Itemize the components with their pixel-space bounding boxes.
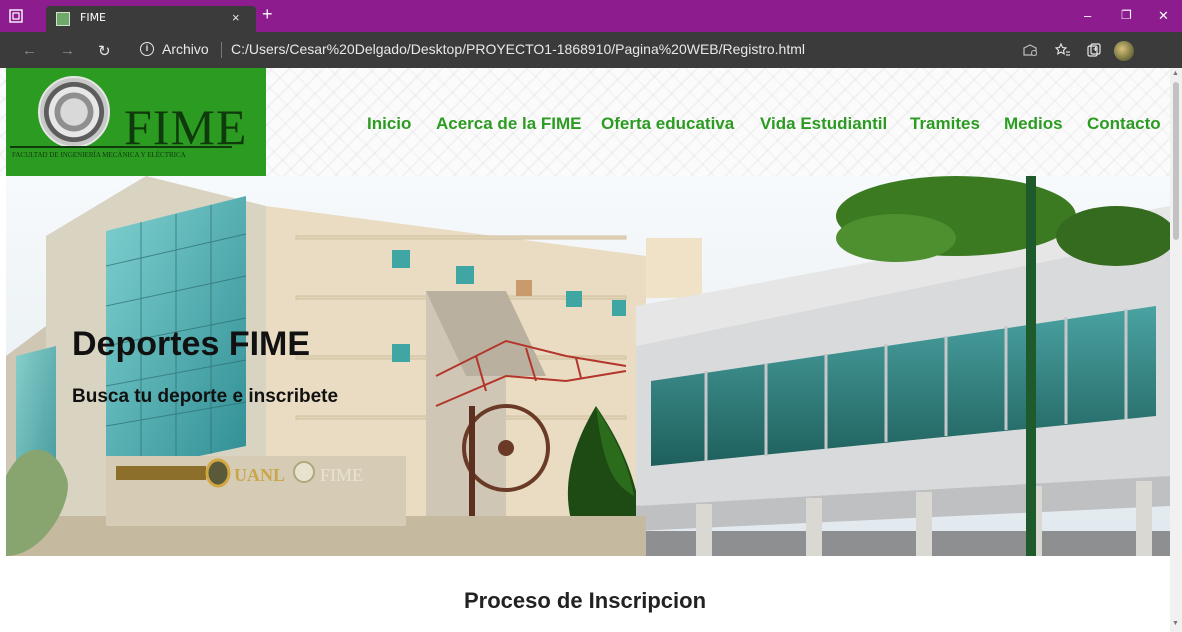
university-seal-icon — [38, 76, 110, 148]
tab-actions-icon[interactable] — [8, 8, 24, 24]
nav-acerca[interactable]: Acerca de la FIME — [436, 114, 582, 134]
scroll-thumb[interactable] — [1173, 82, 1179, 240]
address-bar[interactable]: i Archivo C:/Users/Cesar%20Delgado/Deskt… — [128, 37, 1008, 63]
forward-button[interactable]: → — [60, 42, 75, 59]
page-scrollbar[interactable]: ▲ ▼ — [1170, 68, 1182, 632]
nav-contacto[interactable]: Contacto — [1087, 114, 1161, 134]
tab-title: FIME — [80, 11, 107, 24]
reading-mode-icon[interactable] — [1022, 42, 1038, 58]
back-button[interactable]: ← — [22, 42, 37, 59]
logo-subtitle: FACULTAD DE INGENIERÍA MECÁNICA Y ELÉCTR… — [12, 151, 186, 159]
url-text[interactable]: C:/Users/Cesar%20Delgado/Desktop/PROYECT… — [231, 41, 805, 57]
fime-sign-text: FIME — [320, 465, 363, 485]
logo-divider — [10, 146, 232, 148]
collections-icon[interactable] — [1086, 42, 1102, 58]
favicon-icon — [56, 12, 70, 26]
scheme-label: Archivo — [162, 41, 209, 57]
favorites-icon[interactable] — [1055, 42, 1071, 58]
info-icon[interactable]: i — [140, 42, 154, 56]
browser-tab[interactable]: FIME × — [46, 6, 256, 32]
web-page: FIME FACULTAD DE INGENIERÍA MECÁNICA Y E… — [0, 68, 1170, 632]
hero-title: Deportes FIME — [72, 325, 311, 363]
profile-avatar[interactable] — [1114, 41, 1134, 61]
address-separator — [221, 42, 222, 58]
scroll-down-arrow-icon[interactable]: ▼ — [1172, 620, 1179, 627]
new-tab-button[interactable]: + — [262, 5, 273, 23]
hero-subtitle: Busca tu deporte e inscribete — [72, 386, 339, 407]
nav-vida-estudiantil[interactable]: Vida Estudiantil — [760, 114, 887, 134]
section-title: Proceso de Inscripcion — [463, 588, 707, 613]
uanl-sign-text: UANL — [234, 465, 285, 485]
close-window-button[interactable]: ✕ — [1158, 8, 1169, 24]
scroll-up-arrow-icon[interactable]: ▲ — [1172, 70, 1179, 77]
nav-inicio[interactable]: Inicio — [367, 114, 411, 134]
refresh-button[interactable]: ↻ — [98, 42, 111, 60]
nav-oferta-educativa[interactable]: Oferta educativa — [601, 114, 734, 134]
close-tab-icon[interactable]: × — [232, 10, 240, 25]
nav-medios[interactable]: Medios — [1004, 114, 1063, 134]
browser-toolbar: ← → ↻ i Archivo C:/Users/Cesar%20Delgado… — [0, 32, 1182, 89]
minimize-button[interactable]: – — [1084, 8, 1091, 23]
nav-tramites[interactable]: Tramites — [910, 114, 980, 134]
browser-tab-strip: FIME × + – ❐ ✕ — [0, 0, 1182, 32]
building-photo: UANL FIME — [6, 176, 1170, 556]
site-header: FIME FACULTAD DE INGENIERÍA MECÁNICA Y E… — [0, 68, 1170, 176]
restore-button[interactable]: ❐ — [1121, 8, 1132, 22]
lamp-pole — [1026, 176, 1036, 556]
hero-banner: UANL FIME Deportes FIME Busca tu deporte… — [6, 176, 1170, 556]
fime-logo[interactable]: FIME FACULTAD DE INGENIERÍA MECÁNICA Y E… — [6, 68, 266, 176]
